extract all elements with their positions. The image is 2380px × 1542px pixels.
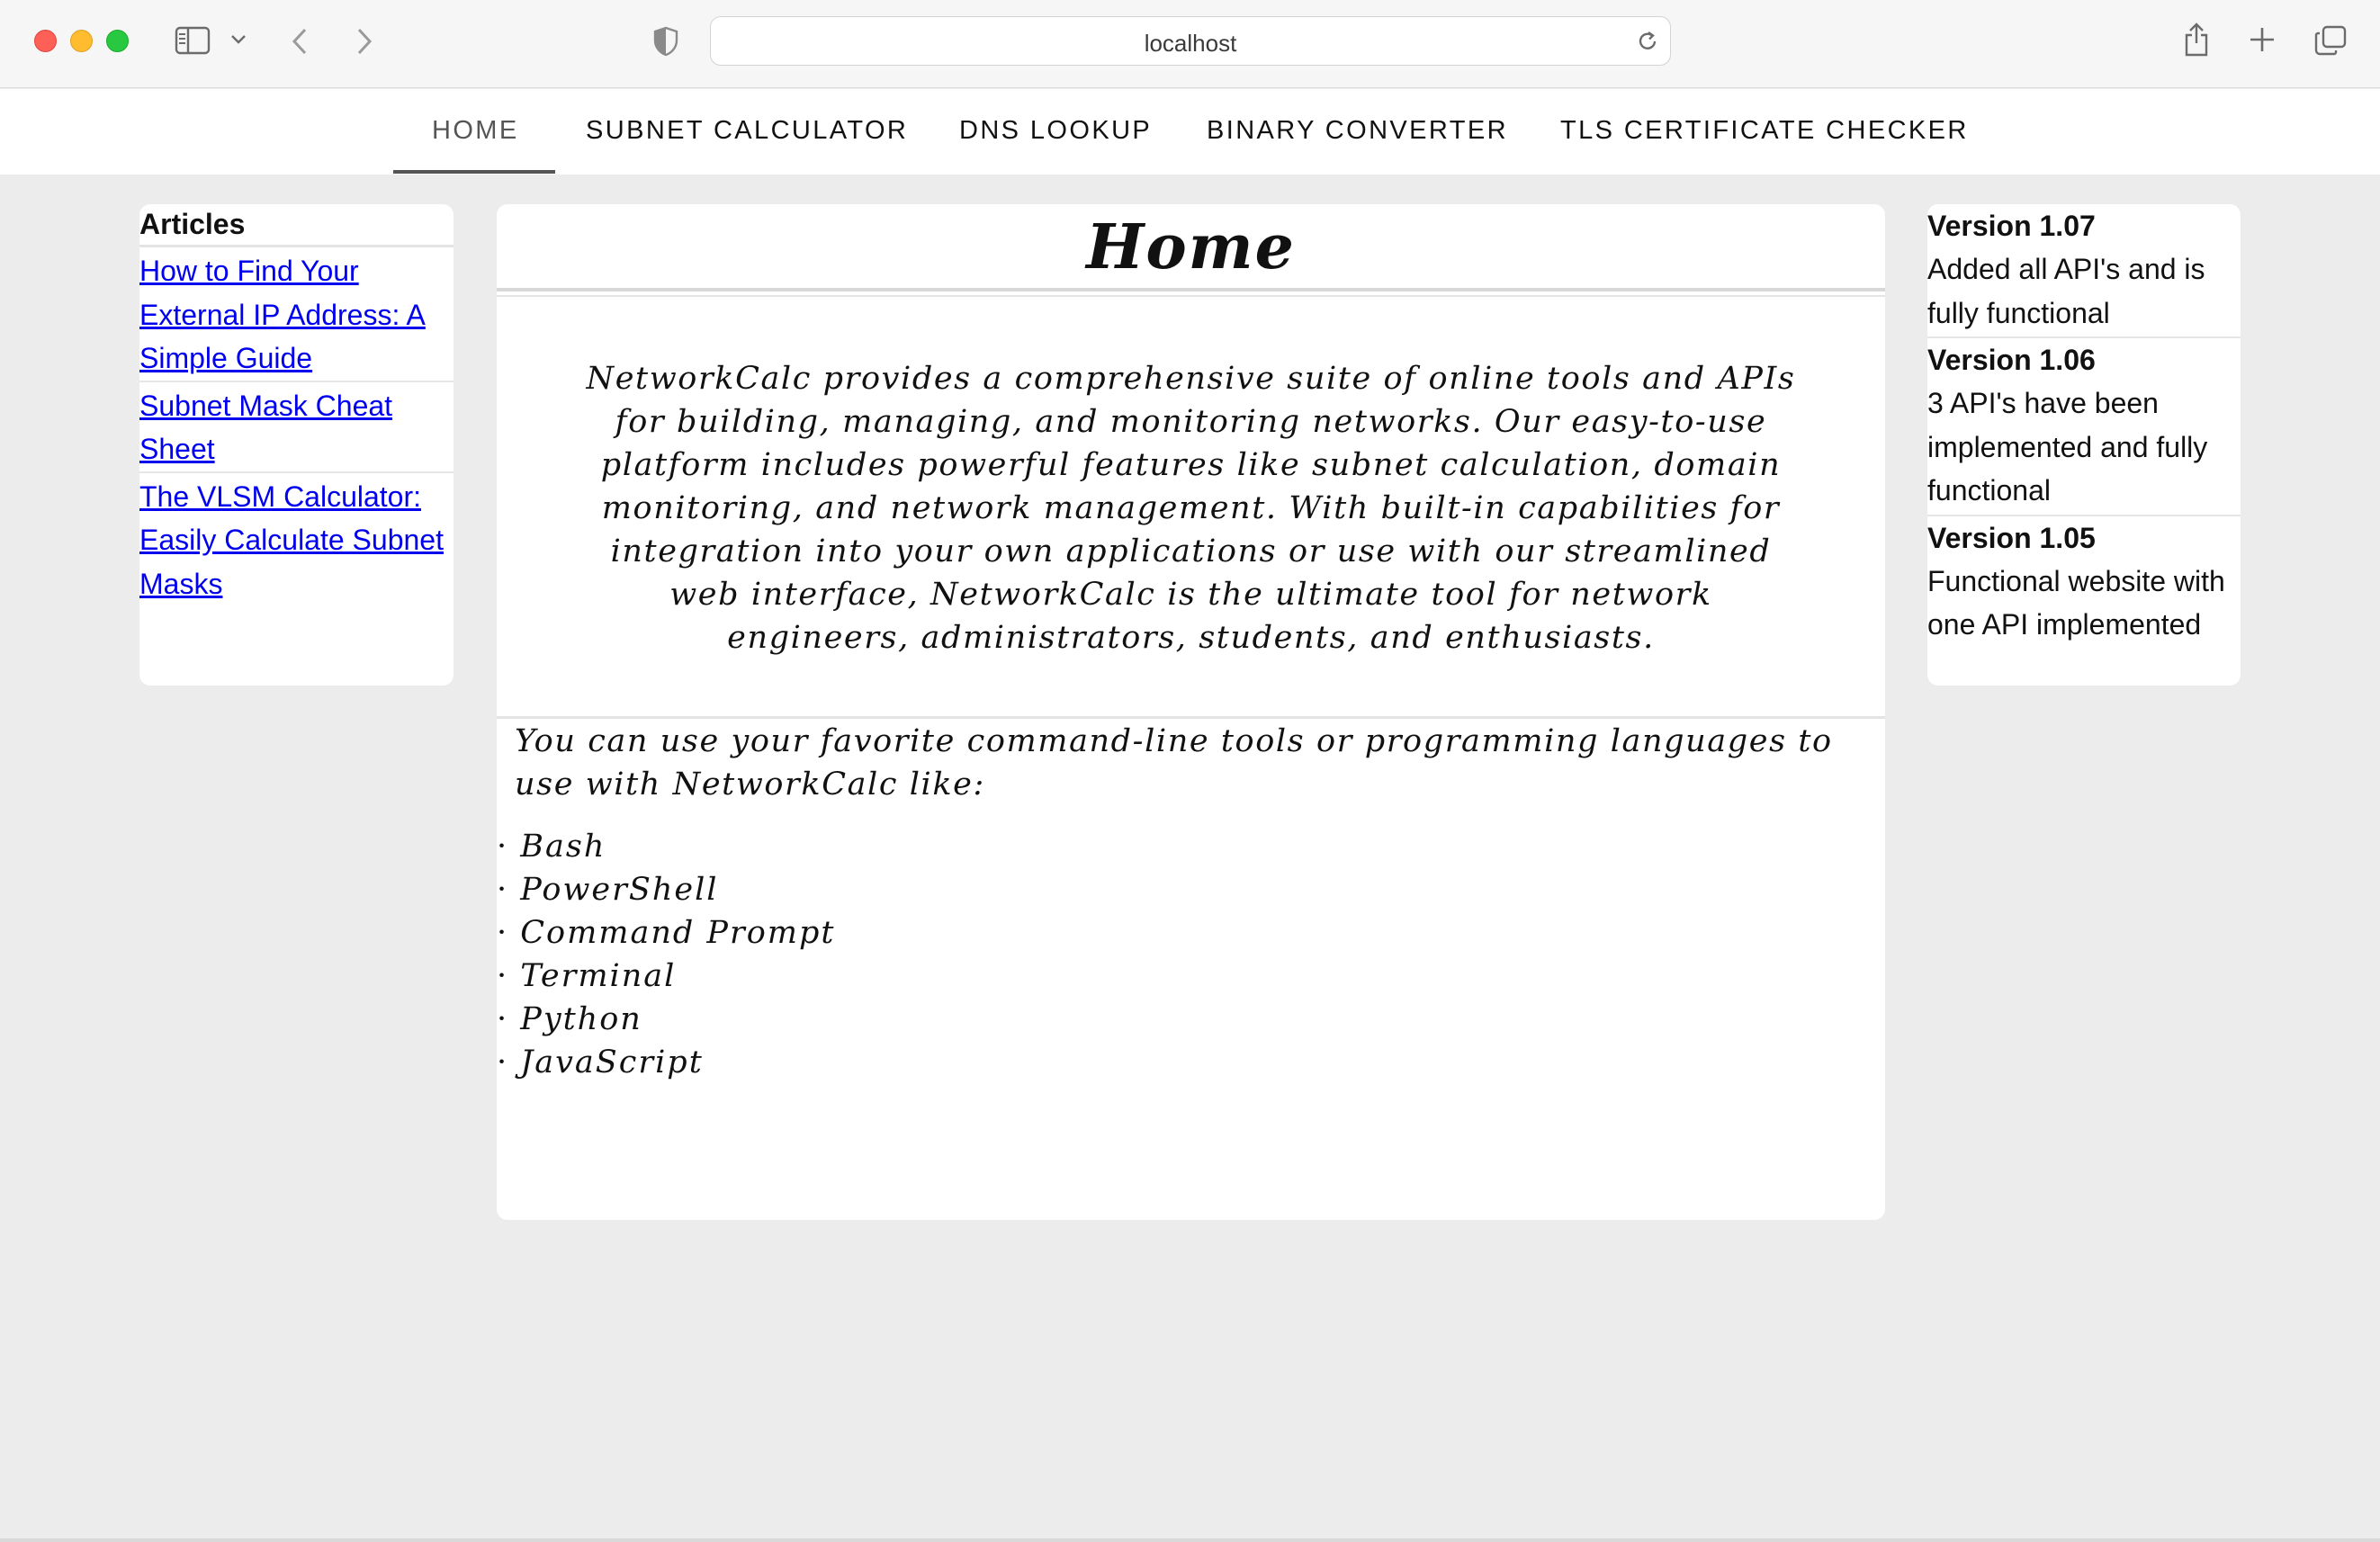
section-divider — [497, 716, 1885, 719]
version-title: Version 1.05 — [1927, 521, 2096, 554]
nav-dns-lookup[interactable]: DNS LOOKUP — [959, 116, 1152, 146]
version-description: Added all API's and is fully functional — [1927, 253, 2205, 329]
version-description: 3 API's have been implemented and fully … — [1927, 387, 2208, 507]
browser-toolbar: localhost — [0, 0, 2380, 88]
list-item: Python — [497, 998, 835, 1041]
version-title: Version 1.06 — [1927, 344, 2096, 376]
version-entry: Version 1.06 3 API's have been implement… — [1927, 338, 2241, 516]
language-list: Bash PowerShell Command Prompt Terminal … — [497, 825, 835, 1084]
reload-icon[interactable] — [1636, 30, 1659, 53]
address-bar[interactable]: localhost — [710, 16, 1671, 66]
nav-tls-certificate-checker[interactable]: TLS CERTIFICATE CHECKER — [1560, 116, 1969, 146]
list-item: Terminal — [497, 955, 835, 998]
nav-subnet-calculator[interactable]: SUBNET CALCULATOR — [586, 116, 908, 146]
usage-paragraph: You can use your favorite command-line t… — [515, 723, 1833, 802]
nav-home[interactable]: HOME — [432, 116, 519, 146]
version-entry: Version 1.05 Functional website with one… — [1927, 516, 2241, 649]
minimize-window-button[interactable] — [70, 30, 93, 52]
page-title: Home — [1086, 211, 1296, 283]
articles-heading: Articles — [139, 204, 454, 247]
forward-arrow-icon[interactable] — [355, 27, 374, 56]
close-window-button[interactable] — [34, 30, 57, 52]
list-item: Command Prompt — [497, 911, 835, 955]
title-divider — [497, 288, 1885, 297]
articles-panel: Articles How to Find Your External IP Ad… — [139, 204, 454, 686]
back-arrow-icon[interactable] — [290, 27, 310, 56]
version-entry: Version 1.07 Added all API's and is full… — [1927, 204, 2241, 338]
tab-overview-icon[interactable] — [2314, 25, 2347, 56]
article-link-external-ip[interactable]: How to Find Your External IP Address: A … — [139, 247, 454, 382]
new-tab-plus-icon[interactable] — [2249, 26, 2276, 53]
chevron-down-icon[interactable] — [230, 34, 247, 45]
article-link-subnet-cheat-sheet[interactable]: Subnet Mask Cheat Sheet — [139, 382, 454, 473]
window-bottom-edge — [0, 1538, 2380, 1542]
list-item: Bash — [497, 825, 835, 868]
active-nav-indicator — [393, 170, 555, 174]
home-content: Home NetworkCalc provides a comprehensiv… — [497, 204, 1885, 1220]
fullscreen-window-button[interactable] — [106, 30, 129, 52]
privacy-shield-icon[interactable] — [653, 26, 678, 57]
url-text: localhost — [1144, 30, 1237, 57]
list-item: JavaScript — [497, 1041, 835, 1084]
nav-binary-converter[interactable]: BINARY CONVERTER — [1207, 116, 1508, 146]
main-nav: HOME SUBNET CALCULATOR DNS LOOKUP BINARY… — [0, 89, 2380, 175]
articles-list: How to Find Your External IP Address: A … — [139, 247, 454, 605]
versions-panel: Version 1.07 Added all API's and is full… — [1927, 204, 2241, 686]
list-item: PowerShell — [497, 868, 835, 911]
share-icon[interactable] — [2183, 22, 2210, 58]
intro-paragraph: NetworkCalc provides a comprehensive sui… — [586, 361, 1796, 656]
version-description: Functional website with one API implemen… — [1927, 564, 2225, 641]
version-title: Version 1.07 — [1927, 210, 2096, 242]
sidebar-toggle-icon[interactable] — [175, 26, 211, 55]
article-link-vlsm-calculator[interactable]: The VLSM Calculator: Easily Calculate Su… — [139, 473, 454, 606]
